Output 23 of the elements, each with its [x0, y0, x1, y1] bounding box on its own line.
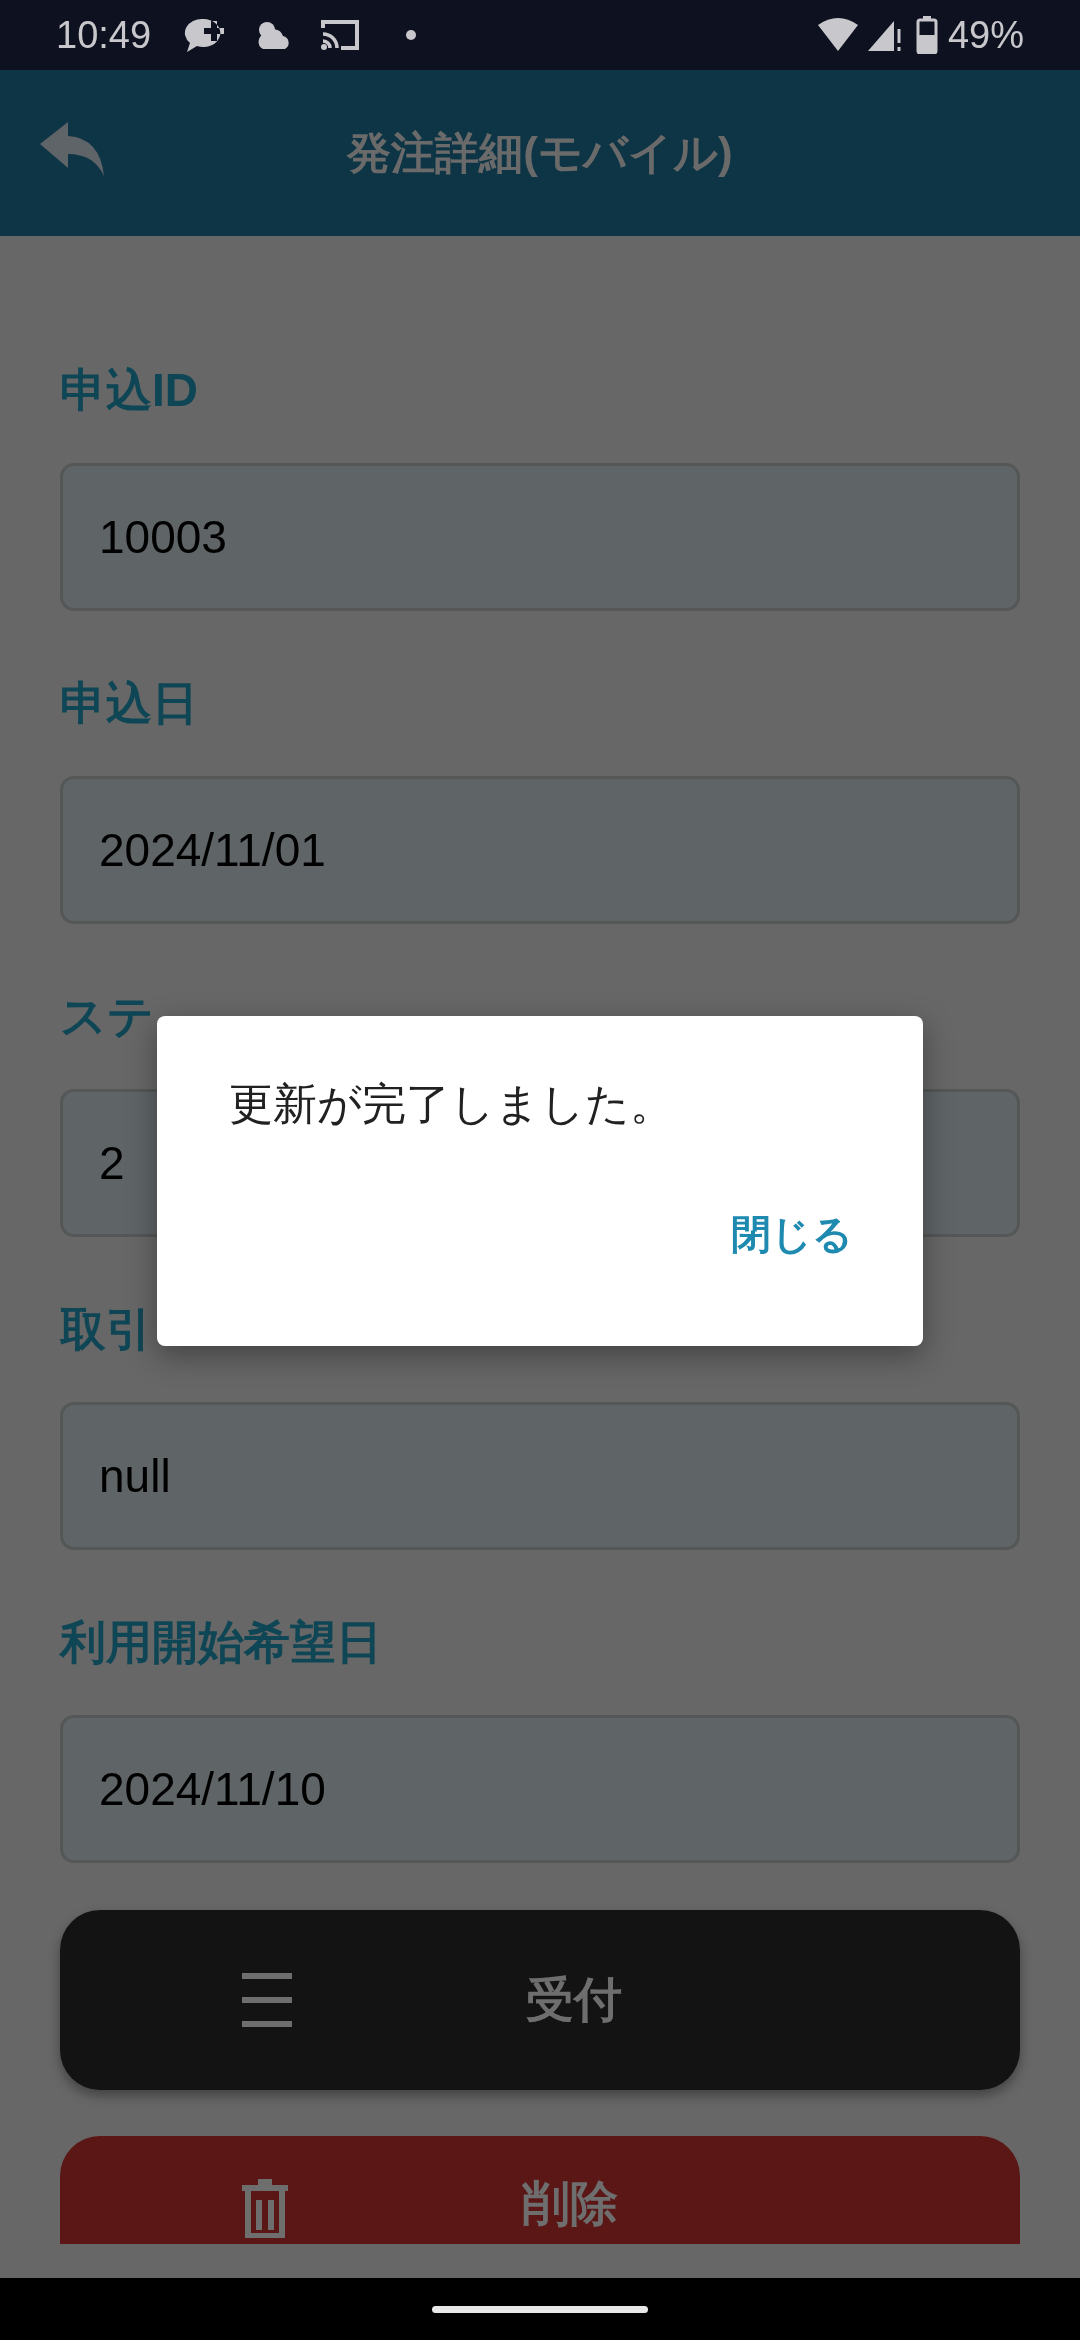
field-label: 申込日 [60, 675, 198, 731]
field-label: 申込ID [60, 362, 198, 418]
cast-icon [319, 18, 362, 52]
input-field[interactable]: null [60, 1402, 1020, 1550]
close-button[interactable]: 閉じる [723, 1198, 861, 1270]
field-label: 取引 [60, 1301, 152, 1357]
accept-button[interactable]: 受付 [60, 1910, 1020, 2090]
trash-icon [240, 2178, 290, 2238]
dot-icon [405, 29, 418, 41]
home-indicator[interactable] [432, 2305, 648, 2313]
input-field[interactable]: 2024/11/01 [60, 776, 1020, 924]
screen-title: 発注詳細(モバイル) [347, 127, 733, 179]
input-field[interactable]: 2024/11/10 [60, 1715, 1020, 1863]
menu-icon [240, 1972, 294, 2028]
field-label: 利用開始希望日 [60, 1614, 382, 1670]
input-field[interactable]: 10003 [60, 463, 1020, 611]
status-time: 10:49 [56, 12, 152, 58]
field-label: ステ [60, 988, 154, 1044]
delete-button[interactable]: 削除 [60, 2136, 1020, 2244]
dialog-message: 更新が完了しました。 [229, 1078, 675, 1130]
battery-icon [915, 16, 938, 54]
wifi-icon [815, 17, 860, 53]
battery-percent: 49% [947, 12, 1024, 58]
